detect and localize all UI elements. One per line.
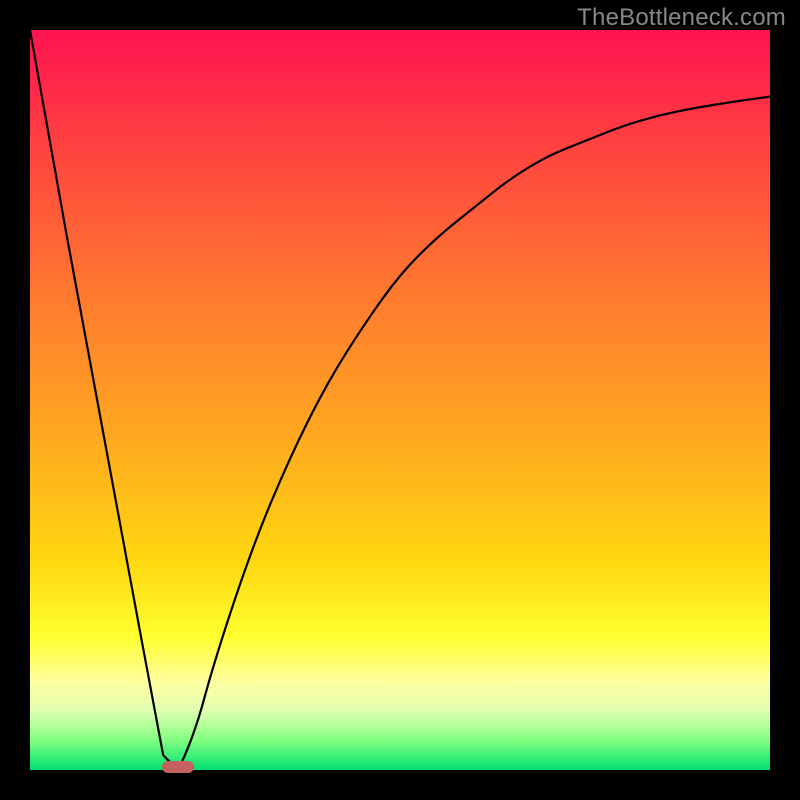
chart-plot-area (30, 30, 770, 770)
optimal-marker (162, 761, 194, 773)
watermark-text: TheBottleneck.com (577, 4, 786, 32)
bottleneck-curve (30, 30, 770, 770)
chart-stage: TheBottleneck.com (0, 0, 800, 800)
